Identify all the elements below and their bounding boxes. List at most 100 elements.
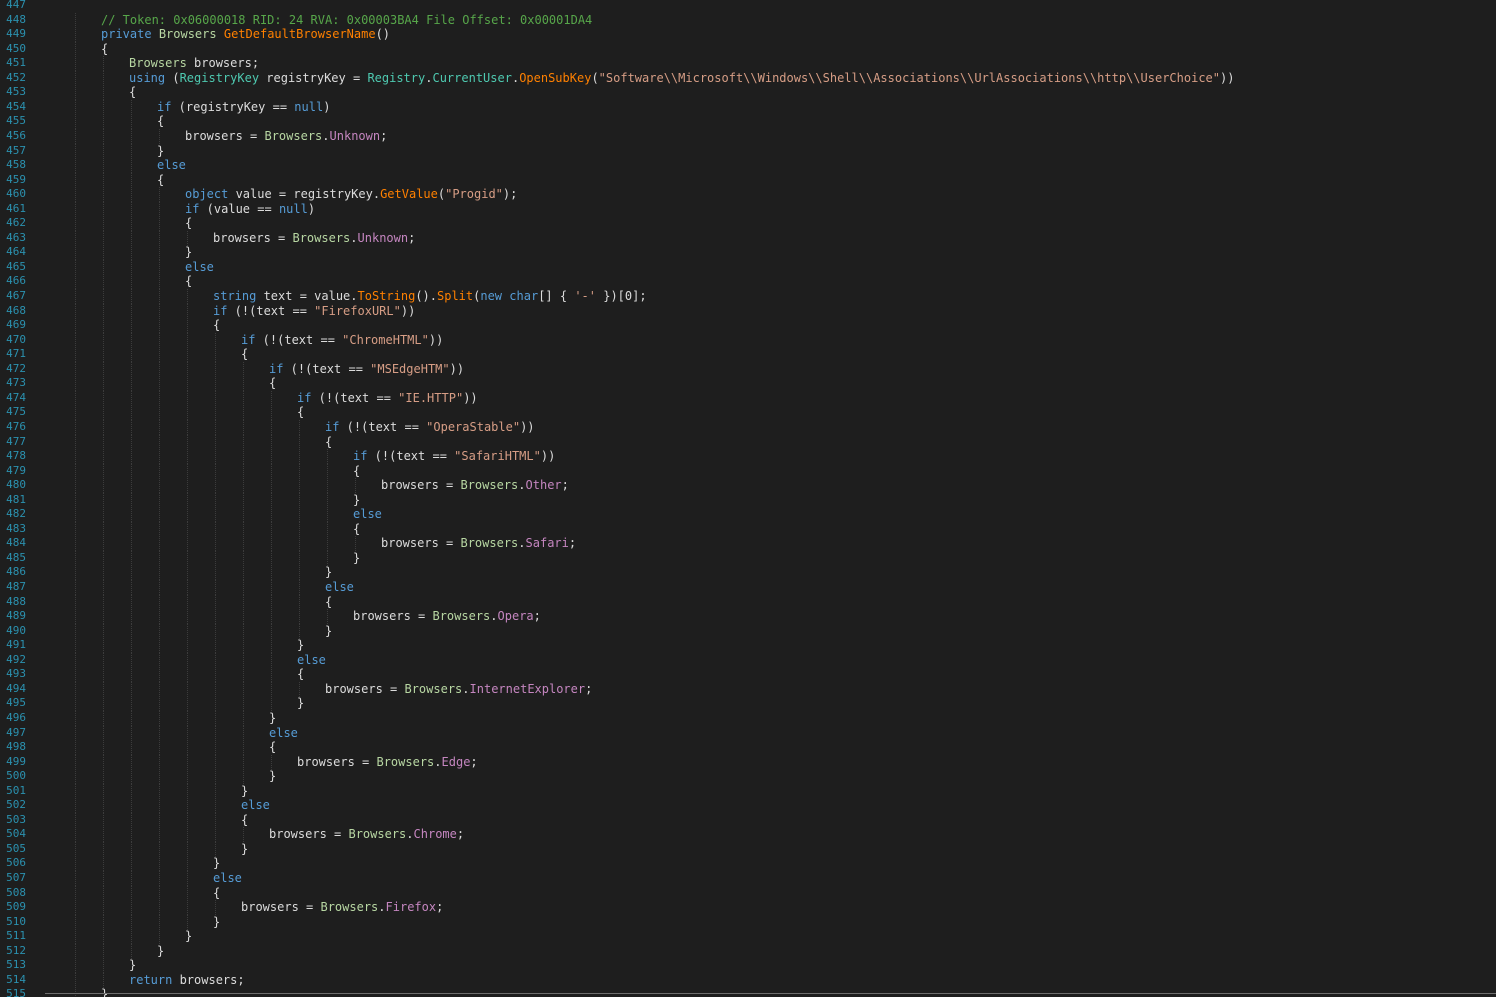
indent-guide xyxy=(187,478,188,494)
code-line[interactable]: 461 if (value == null) xyxy=(0,201,1496,217)
indent-guide xyxy=(159,929,160,945)
code-text: private Browsers GetDefaultBrowserName() xyxy=(101,27,390,41)
code-line[interactable]: 493 { xyxy=(0,667,1496,683)
code-line[interactable]: 459 { xyxy=(0,172,1496,188)
code-line[interactable]: 462 { xyxy=(0,216,1496,232)
code-line[interactable]: 457} xyxy=(0,143,1496,159)
indent-guide xyxy=(103,667,104,683)
code-line[interactable]: 502 else xyxy=(0,798,1496,814)
code-line[interactable]: 447 xyxy=(0,0,1496,12)
indent-guide xyxy=(299,449,300,465)
code-line[interactable]: 451 Browsers browsers; xyxy=(0,56,1496,72)
indent-guide xyxy=(75,710,76,726)
code-line[interactable]: 481} xyxy=(0,492,1496,508)
code-line[interactable]: 507 else xyxy=(0,871,1496,886)
indent-guide xyxy=(75,667,76,683)
code-line[interactable]: 467 string text = value.ToString().Split(… xyxy=(0,289,1496,304)
code-line[interactable]: 464} xyxy=(0,245,1496,261)
code-line[interactable]: 500} xyxy=(0,769,1496,785)
code-line[interactable]: 453 { xyxy=(0,85,1496,101)
code-line[interactable]: 449 private Browsers GetDefaultBrowserNam… xyxy=(0,27,1496,43)
indent-guide xyxy=(103,827,104,843)
code-line[interactable]: 460 object value = registryKey.GetValue("… xyxy=(0,187,1496,203)
code-line[interactable]: 510} xyxy=(0,914,1496,930)
code-line[interactable]: 478 if (!(text == "SafariHTML")) xyxy=(0,449,1496,465)
code-line[interactable]: 498 { xyxy=(0,740,1496,756)
code-line[interactable]: 473 { xyxy=(0,376,1496,392)
code-line[interactable]: 468 if (!(text == "FirefoxURL")) xyxy=(0,303,1496,319)
code-line[interactable]: 465 else xyxy=(0,259,1496,275)
code-line[interactable]: 472 if (!(text == "MSEdgeHTM")) xyxy=(0,361,1496,377)
code-line[interactable]: 482 else xyxy=(0,507,1496,523)
code-line[interactable]: 504 browsers = Browsers.Chrome; xyxy=(0,827,1496,843)
indent-guide xyxy=(215,419,216,435)
code-token: Browsers xyxy=(158,27,217,42)
indent-guide xyxy=(75,128,76,144)
indent-guide xyxy=(271,696,272,712)
code-line[interactable]: 466 { xyxy=(0,274,1496,290)
code-line[interactable]: 455 { xyxy=(0,114,1496,130)
code-line[interactable]: 505} xyxy=(0,841,1496,857)
code-line[interactable]: 497 else xyxy=(0,725,1496,741)
indent-guide xyxy=(299,536,300,552)
code-token: private xyxy=(101,27,152,42)
code-line[interactable]: 509 browsers = Browsers.Firefox; xyxy=(0,900,1496,916)
code-line[interactable]: 488 { xyxy=(0,594,1496,610)
indent-guide xyxy=(215,754,216,770)
code-line[interactable]: 476 if (!(text == "OperaStable")) xyxy=(0,419,1496,435)
code-line[interactable]: 471 { xyxy=(0,347,1496,363)
code-line[interactable]: 496} xyxy=(0,710,1496,726)
indent-guide xyxy=(131,434,132,450)
indent-guide xyxy=(187,434,188,450)
code-line[interactable]: 477 { xyxy=(0,434,1496,450)
code-line[interactable]: 512} xyxy=(0,943,1496,959)
code-line[interactable]: 474 if (!(text == "IE.HTTP")) xyxy=(0,390,1496,406)
code-line[interactable]: 503 { xyxy=(0,812,1496,828)
code-line[interactable]: 514 return browsers; xyxy=(0,972,1496,988)
code-token: } xyxy=(213,914,221,929)
code-line[interactable]: 495} xyxy=(0,696,1496,712)
indent-guide xyxy=(187,856,188,872)
code-line[interactable]: 458 else xyxy=(0,158,1496,174)
indent-guide xyxy=(243,769,244,785)
code-line[interactable]: 450 { xyxy=(0,41,1496,57)
code-line[interactable]: 470 if (!(text == "ChromeHTML")) xyxy=(0,332,1496,348)
code-editor[interactable]: 447 448 // Token: 0x06000018 RID: 24 RVA: … xyxy=(0,0,1496,997)
code-line[interactable]: 491} xyxy=(0,638,1496,654)
line-number: 512 xyxy=(6,943,26,957)
code-line[interactable]: 479 { xyxy=(0,463,1496,479)
indent-guide xyxy=(271,681,272,697)
code-line[interactable]: 506} xyxy=(0,856,1496,872)
code-line[interactable]: 501} xyxy=(0,783,1496,799)
line-number: 472 xyxy=(6,361,26,375)
code-text: if (!(text == "MSEdgeHTM")) xyxy=(269,362,464,376)
code-text: { xyxy=(213,886,220,900)
code-line[interactable]: 513} xyxy=(0,958,1496,974)
code-line[interactable]: 486} xyxy=(0,565,1496,581)
indent-guide xyxy=(187,769,188,785)
code-line[interactable]: 494 browsers = Browsers.InternetExplorer; xyxy=(0,681,1496,697)
code-line[interactable]: 508 { xyxy=(0,885,1496,901)
code-line[interactable]: 511} xyxy=(0,929,1496,945)
code-line[interactable]: 454 if (registryKey == null) xyxy=(0,99,1496,115)
code-line[interactable]: 485} xyxy=(0,550,1496,566)
code-line[interactable]: 456 browsers = Browsers.Unknown; xyxy=(0,128,1496,144)
code-line[interactable]: 475 { xyxy=(0,405,1496,421)
code-line[interactable]: 452 using (RegistryKey registryKey = Regi… xyxy=(0,70,1496,86)
indent-guide xyxy=(131,594,132,610)
code-line[interactable]: 480 browsers = Browsers.Other; xyxy=(0,478,1496,494)
code-line[interactable]: 487 else xyxy=(0,580,1496,595)
code-line[interactable]: 448 // Token: 0x06000018 RID: 24 RVA: 0x0… xyxy=(0,12,1496,28)
code-line[interactable]: 463 browsers = Browsers.Unknown; xyxy=(0,230,1496,246)
code-line[interactable]: 489 browsers = Browsers.Opera; xyxy=(0,609,1496,625)
code-line[interactable]: 499 browsers = Browsers.Edge; xyxy=(0,754,1496,770)
code-line[interactable]: 483 { xyxy=(0,521,1496,537)
code-line[interactable]: 490} xyxy=(0,623,1496,639)
code-line[interactable]: 492 else xyxy=(0,652,1496,668)
code-token: Browsers xyxy=(432,609,491,624)
code-line[interactable]: 469 { xyxy=(0,318,1496,334)
indent-guide xyxy=(103,449,104,465)
code-line[interactable]: 484 browsers = Browsers.Safari; xyxy=(0,536,1496,552)
indent-guide xyxy=(103,405,104,421)
indent-guide xyxy=(215,769,216,785)
